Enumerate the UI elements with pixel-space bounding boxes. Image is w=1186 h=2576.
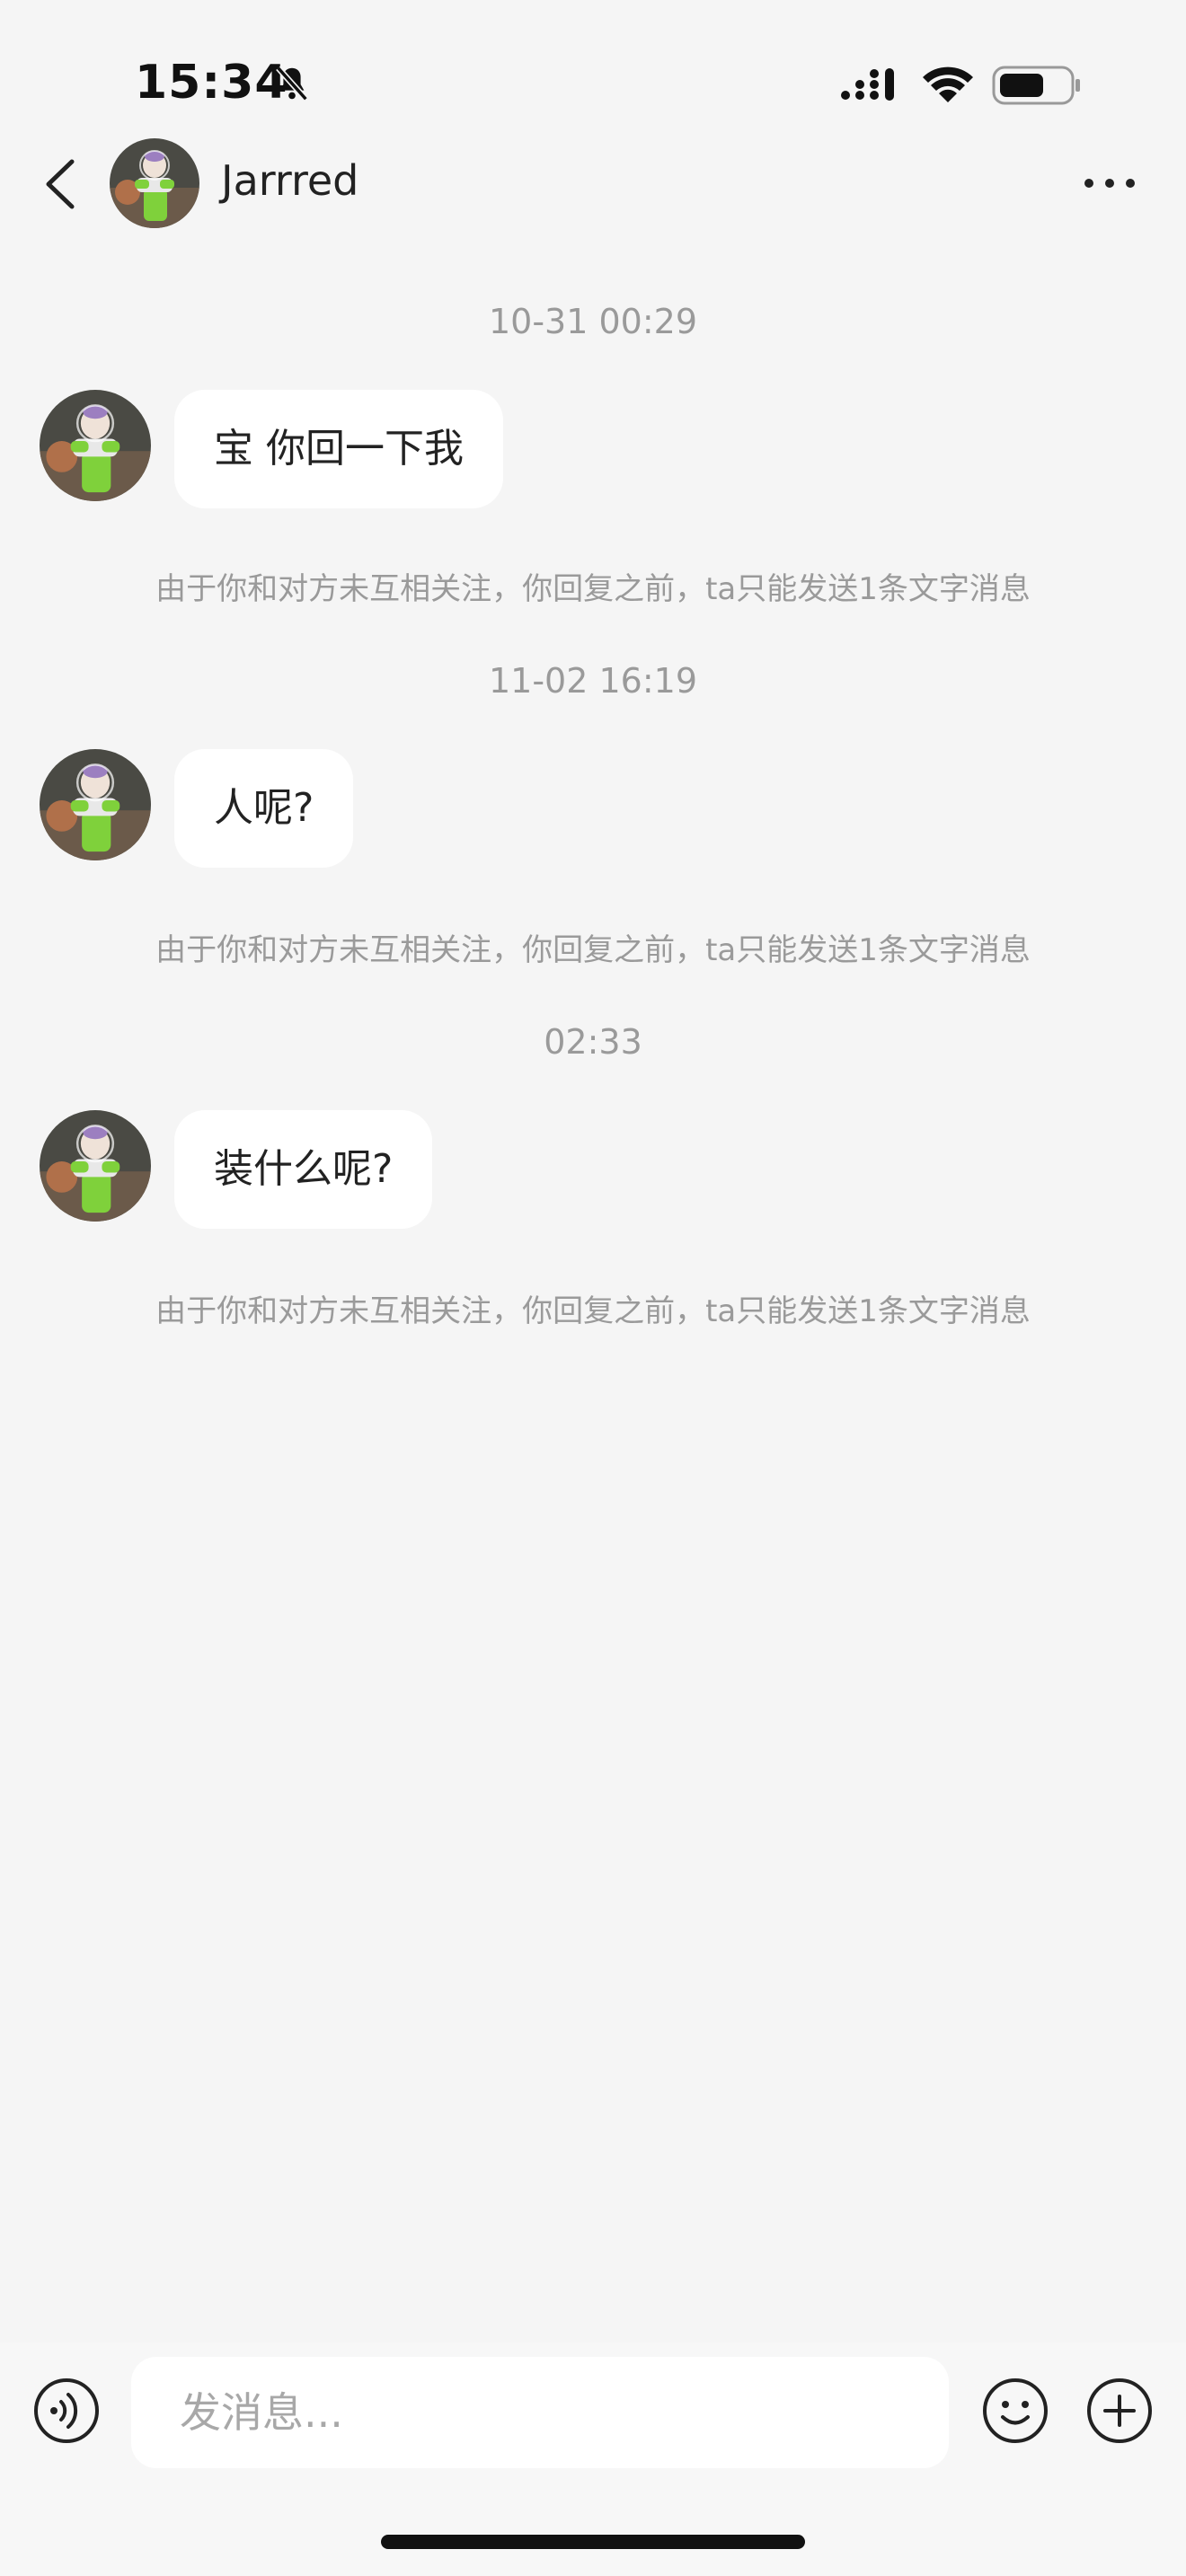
message-bubble[interactable]: 装什么呢?: [174, 1110, 433, 1229]
system-notice: 由于你和对方未互相关注，你回复之前，ta只能发送1条文字消息: [155, 932, 1031, 968]
wifi-icon: [923, 66, 973, 102]
emoji-icon[interactable]: [981, 2377, 1049, 2445]
cellular-signal-icon: [841, 68, 894, 101]
avatar[interactable]: [110, 138, 199, 228]
message-timestamp: 02:33: [544, 1022, 642, 1062]
bell-slash-icon: [276, 66, 308, 101]
message-bubble[interactable]: 宝 你回一下我: [174, 390, 503, 508]
message-timestamp: 11-02 16:19: [488, 661, 697, 701]
voice-icon[interactable]: [32, 2377, 101, 2445]
message-input[interactable]: [131, 2357, 949, 2468]
avatar[interactable]: [40, 390, 151, 501]
system-notice: 由于你和对方未互相关注，你回复之前，ta只能发送1条文字消息: [155, 571, 1031, 607]
message-bubble[interactable]: 人呢?: [174, 749, 354, 868]
avatar[interactable]: [40, 1110, 151, 1222]
chevron-left-icon[interactable]: [40, 156, 83, 212]
home-indicator[interactable]: [381, 2535, 805, 2549]
chat-header: Jarrred: [0, 135, 1186, 234]
battery-icon: [992, 66, 1080, 105]
avatar[interactable]: [40, 749, 151, 860]
plus-circle-icon[interactable]: [1085, 2377, 1154, 2445]
contact-name[interactable]: Jarrred: [221, 156, 358, 205]
status-time: 15:34: [135, 56, 288, 110]
system-notice: 由于你和对方未互相关注，你回复之前，ta只能发送1条文字消息: [155, 1293, 1031, 1329]
message-timestamp: 10-31 00:29: [488, 302, 697, 341]
ellipsis-icon[interactable]: [1078, 165, 1141, 201]
